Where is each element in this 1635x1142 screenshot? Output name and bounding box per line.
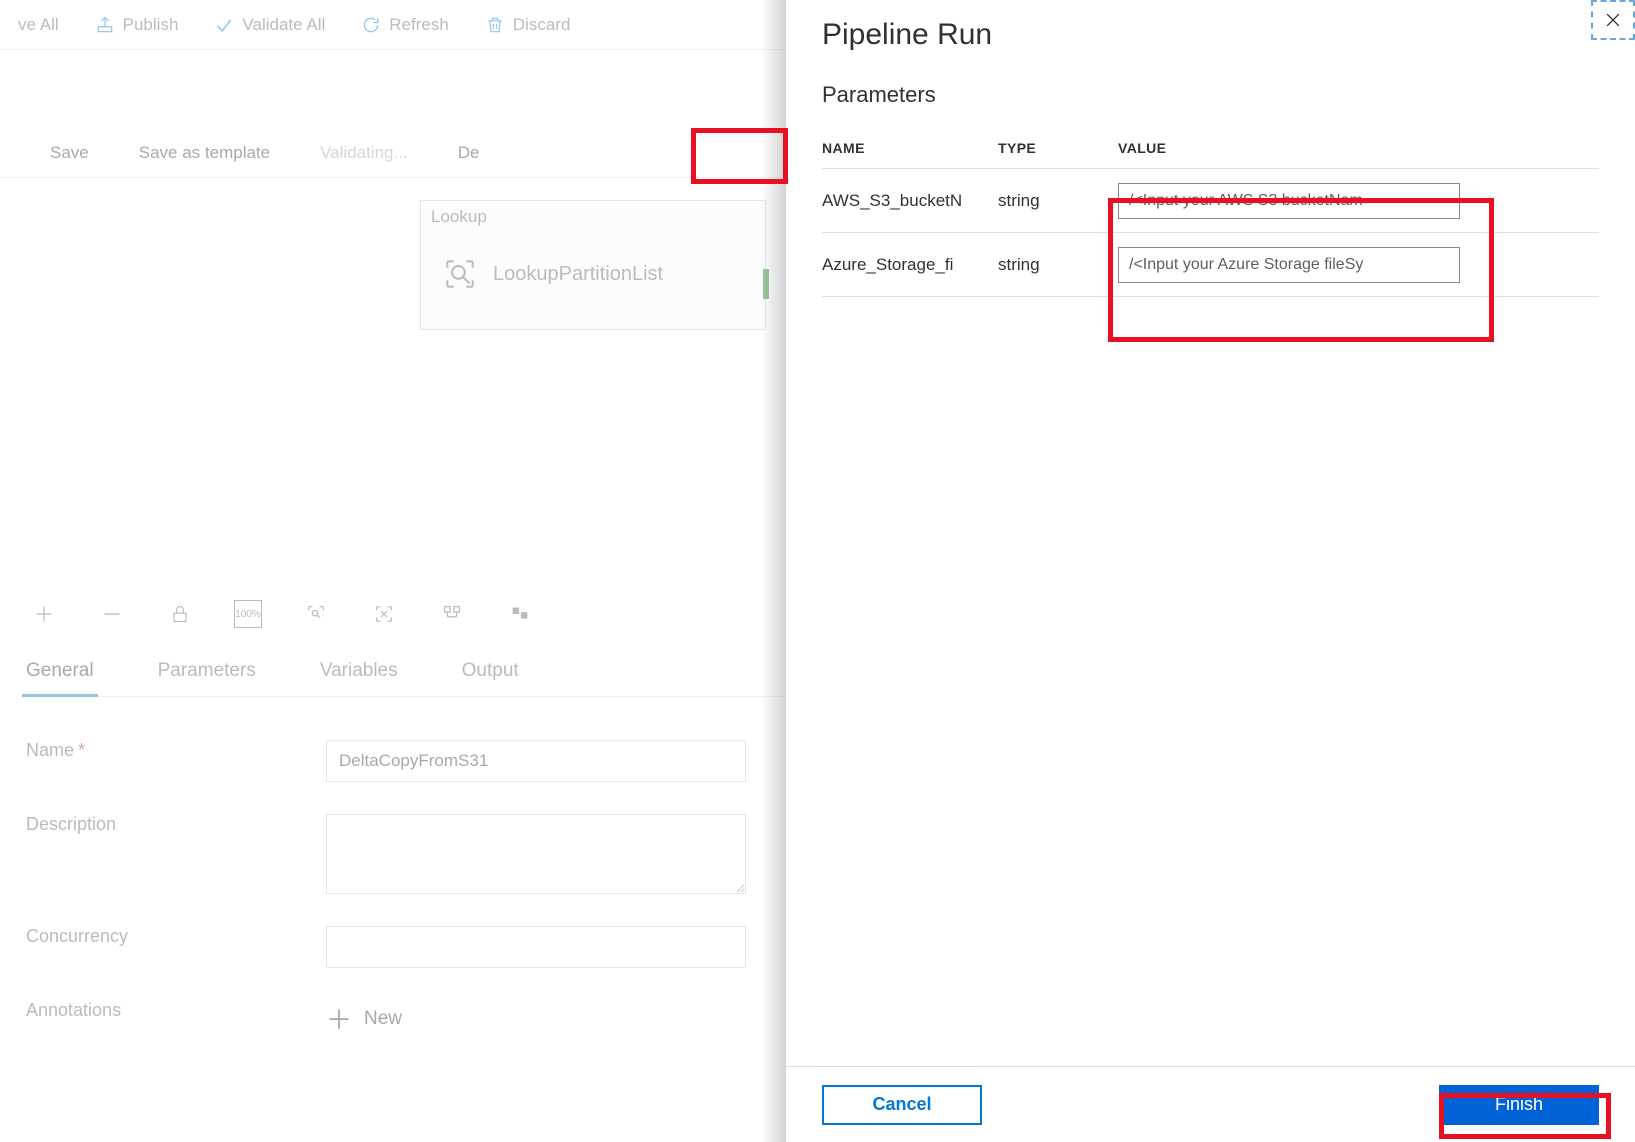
trash-icon xyxy=(485,15,505,35)
save-as-template-button[interactable]: Save as template xyxy=(129,143,270,163)
panel-footer: Cancel Finish xyxy=(786,1066,1635,1142)
add-tool[interactable] xyxy=(30,600,58,628)
fullscreen-tool[interactable] xyxy=(370,600,398,628)
debug-button[interactable]: De xyxy=(448,143,480,163)
param-name: Azure_Storage_fi xyxy=(822,255,998,275)
add-annotation-button[interactable]: ＋ New xyxy=(326,1000,402,1037)
general-form: Name* Description Concurrency Annotation… xyxy=(26,740,756,1069)
col-value-header: VALUE xyxy=(1118,140,1599,156)
debug-label: De xyxy=(458,143,480,163)
tab-general[interactable]: General xyxy=(22,660,98,697)
align-tool[interactable] xyxy=(506,600,534,628)
publish-button[interactable]: Publish xyxy=(77,1,197,49)
param-type: string xyxy=(998,191,1118,211)
validate-all-button[interactable]: Validate All xyxy=(196,1,343,49)
param-row: Azure_Storage_fi string xyxy=(822,233,1599,297)
top-toolbar: ve All Publish Validate All Refresh Disc… xyxy=(0,0,785,50)
param-row: AWS_S3_bucketN string xyxy=(822,169,1599,233)
col-name-header: NAME xyxy=(822,140,998,156)
concurrency-label: Concurrency xyxy=(26,926,326,947)
pipeline-toolbar: Save Save as template Validating... De xyxy=(0,128,785,178)
validating-label: Validating... xyxy=(320,143,408,163)
properties-tabs: General Parameters Variables Output xyxy=(22,660,782,697)
lock-tool[interactable] xyxy=(166,600,194,628)
col-type-header: TYPE xyxy=(998,140,1118,156)
discard-label: Discard xyxy=(513,15,571,35)
success-indicator xyxy=(763,269,769,299)
remove-tool[interactable] xyxy=(98,600,126,628)
layout-tool[interactable] xyxy=(438,600,466,628)
tab-variables[interactable]: Variables xyxy=(316,660,402,682)
save-button[interactable]: Save xyxy=(40,143,89,163)
save-all-label: ve All xyxy=(18,15,59,35)
validate-all-label: Validate All xyxy=(242,15,325,35)
lookup-icon xyxy=(441,255,479,293)
refresh-button[interactable]: Refresh xyxy=(343,1,467,49)
parameters-table: NAME TYPE VALUE AWS_S3_bucketN string Az… xyxy=(786,118,1635,297)
tab-output[interactable]: Output xyxy=(458,660,523,682)
param-value-input[interactable] xyxy=(1118,247,1460,283)
save-template-label: Save as template xyxy=(139,143,270,163)
description-label: Description xyxy=(26,814,326,835)
concurrency-input[interactable] xyxy=(326,926,746,968)
save-label: Save xyxy=(50,143,89,163)
panel-title: Pipeline Run xyxy=(786,0,1635,52)
validating-status: Validating... xyxy=(310,143,408,163)
activity-type-label: Lookup xyxy=(421,201,765,233)
new-label: New xyxy=(364,1008,402,1030)
description-input[interactable] xyxy=(326,814,746,894)
check-icon xyxy=(214,15,234,35)
name-label: Name* xyxy=(26,740,326,761)
upload-icon xyxy=(95,15,115,35)
pipeline-name-input[interactable] xyxy=(326,740,746,782)
save-all-button[interactable]: ve All xyxy=(0,1,77,49)
canvas-tools: 100% xyxy=(30,600,534,628)
zoom-fit-tool[interactable] xyxy=(302,600,330,628)
cancel-button[interactable]: Cancel xyxy=(822,1085,982,1125)
refresh-icon xyxy=(361,15,381,35)
activity-lookup[interactable]: Lookup LookupPartitionList xyxy=(420,200,766,330)
param-value-input[interactable] xyxy=(1118,183,1460,219)
plus-icon: ＋ xyxy=(326,1000,352,1037)
publish-label: Publish xyxy=(123,15,179,35)
zoom-100-tool[interactable]: 100% xyxy=(234,600,262,628)
pipeline-run-panel: Pipeline Run Parameters NAME TYPE VALUE … xyxy=(786,0,1635,1142)
param-type: string xyxy=(998,255,1118,275)
panel-subtitle: Parameters xyxy=(786,52,1635,118)
param-name: AWS_S3_bucketN xyxy=(822,191,998,211)
tab-parameters[interactable]: Parameters xyxy=(154,660,260,682)
discard-button[interactable]: Discard xyxy=(467,1,589,49)
finish-button[interactable]: Finish xyxy=(1439,1085,1599,1125)
close-button[interactable] xyxy=(1591,0,1635,40)
annotations-label: Annotations xyxy=(26,1000,326,1021)
activity-name: LookupPartitionList xyxy=(493,263,663,286)
refresh-label: Refresh xyxy=(389,15,449,35)
